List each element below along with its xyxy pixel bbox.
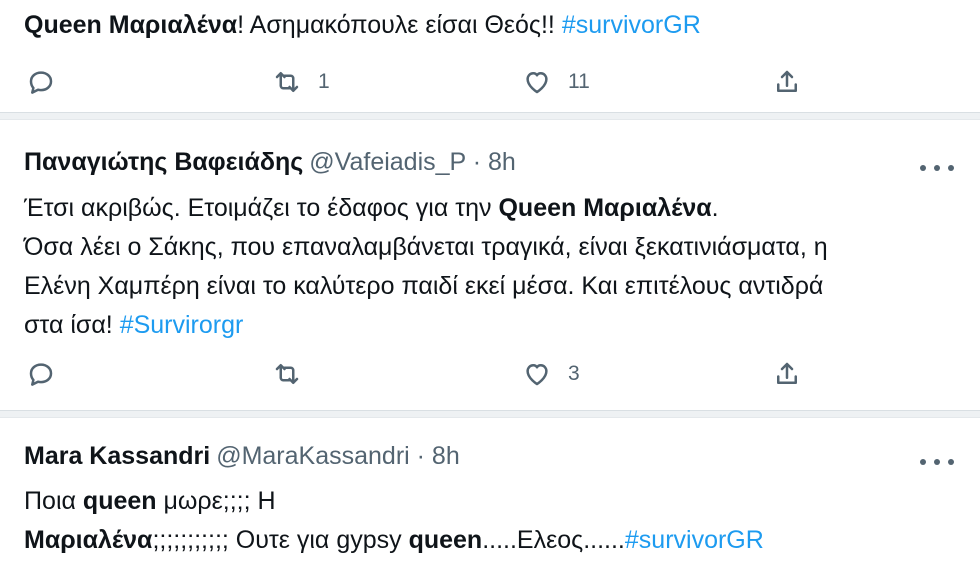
share-button[interactable] xyxy=(772,62,802,102)
share-icon xyxy=(777,362,797,384)
retweet-button[interactable] xyxy=(272,354,318,394)
like-button[interactable]: 11 xyxy=(522,62,590,102)
tweet-text: Queen Μαριαλένα! Ασημακόπουλε είσαι Θεός… xyxy=(24,11,701,39)
share-button[interactable] xyxy=(772,354,802,394)
like-icon xyxy=(526,72,548,94)
retweet-button[interactable]: 1 xyxy=(272,62,330,102)
author-name[interactable]: Mara Kassandri xyxy=(24,442,210,470)
hashtag-survivorgr[interactable]: #survivorGR xyxy=(562,11,701,39)
tweet-actions: 1 11 xyxy=(0,62,980,102)
reply-icon xyxy=(29,363,53,386)
author-handle[interactable]: @Vafeiadis_P · 8h xyxy=(309,148,516,176)
author-name[interactable]: Παναγιώτης Βαφειάδης xyxy=(24,148,303,176)
retweet-icon xyxy=(275,364,299,384)
hashtag-survivorgr[interactable]: #survivorGR xyxy=(625,526,764,554)
author-handle[interactable]: @MaraKassandri · 8h xyxy=(216,442,460,470)
tweet-3[interactable]: Mara Kassandri @MaraKassandri · 8h Ποια q… xyxy=(0,416,980,578)
hashtag-survirorgr[interactable]: #Survirorgr xyxy=(120,311,244,339)
retweet-icon xyxy=(275,72,299,92)
more-icon[interactable] xyxy=(920,452,954,472)
tweet-1[interactable]: Queen Μαριαλένα! Ασημακόπουλε είσαι Θεός… xyxy=(0,0,980,118)
more-icon[interactable] xyxy=(920,158,954,178)
tweet-2[interactable]: Παναγιώτης Βαφειάδης @Vafeiadis_P · 8h Έτ… xyxy=(0,118,980,416)
reply-button[interactable] xyxy=(26,354,72,394)
tweet-actions: 3 xyxy=(0,354,980,394)
mention-queen: Queen Μαριαλένα xyxy=(24,11,238,39)
mention-queen: Queen Μαριαλένα xyxy=(498,194,712,222)
like-button[interactable]: 3 xyxy=(522,354,580,394)
like-icon xyxy=(526,364,548,386)
tweet-text: Έτσι ακριβώς. Ετοιμάζει το έδαφος για τη… xyxy=(24,194,828,339)
tweet-header: Παναγιώτης Βαφειάδης @Vafeiadis_P · 8h xyxy=(24,148,516,177)
share-icon xyxy=(777,70,797,92)
tweet-text: Ποια queen μωρε;;;; Η Μαριαλένα;;;;;;;;;… xyxy=(24,487,764,554)
reply-icon xyxy=(29,71,53,94)
tweet-header: Mara Kassandri @MaraKassandri · 8h xyxy=(24,442,460,471)
reply-button[interactable] xyxy=(26,62,72,102)
